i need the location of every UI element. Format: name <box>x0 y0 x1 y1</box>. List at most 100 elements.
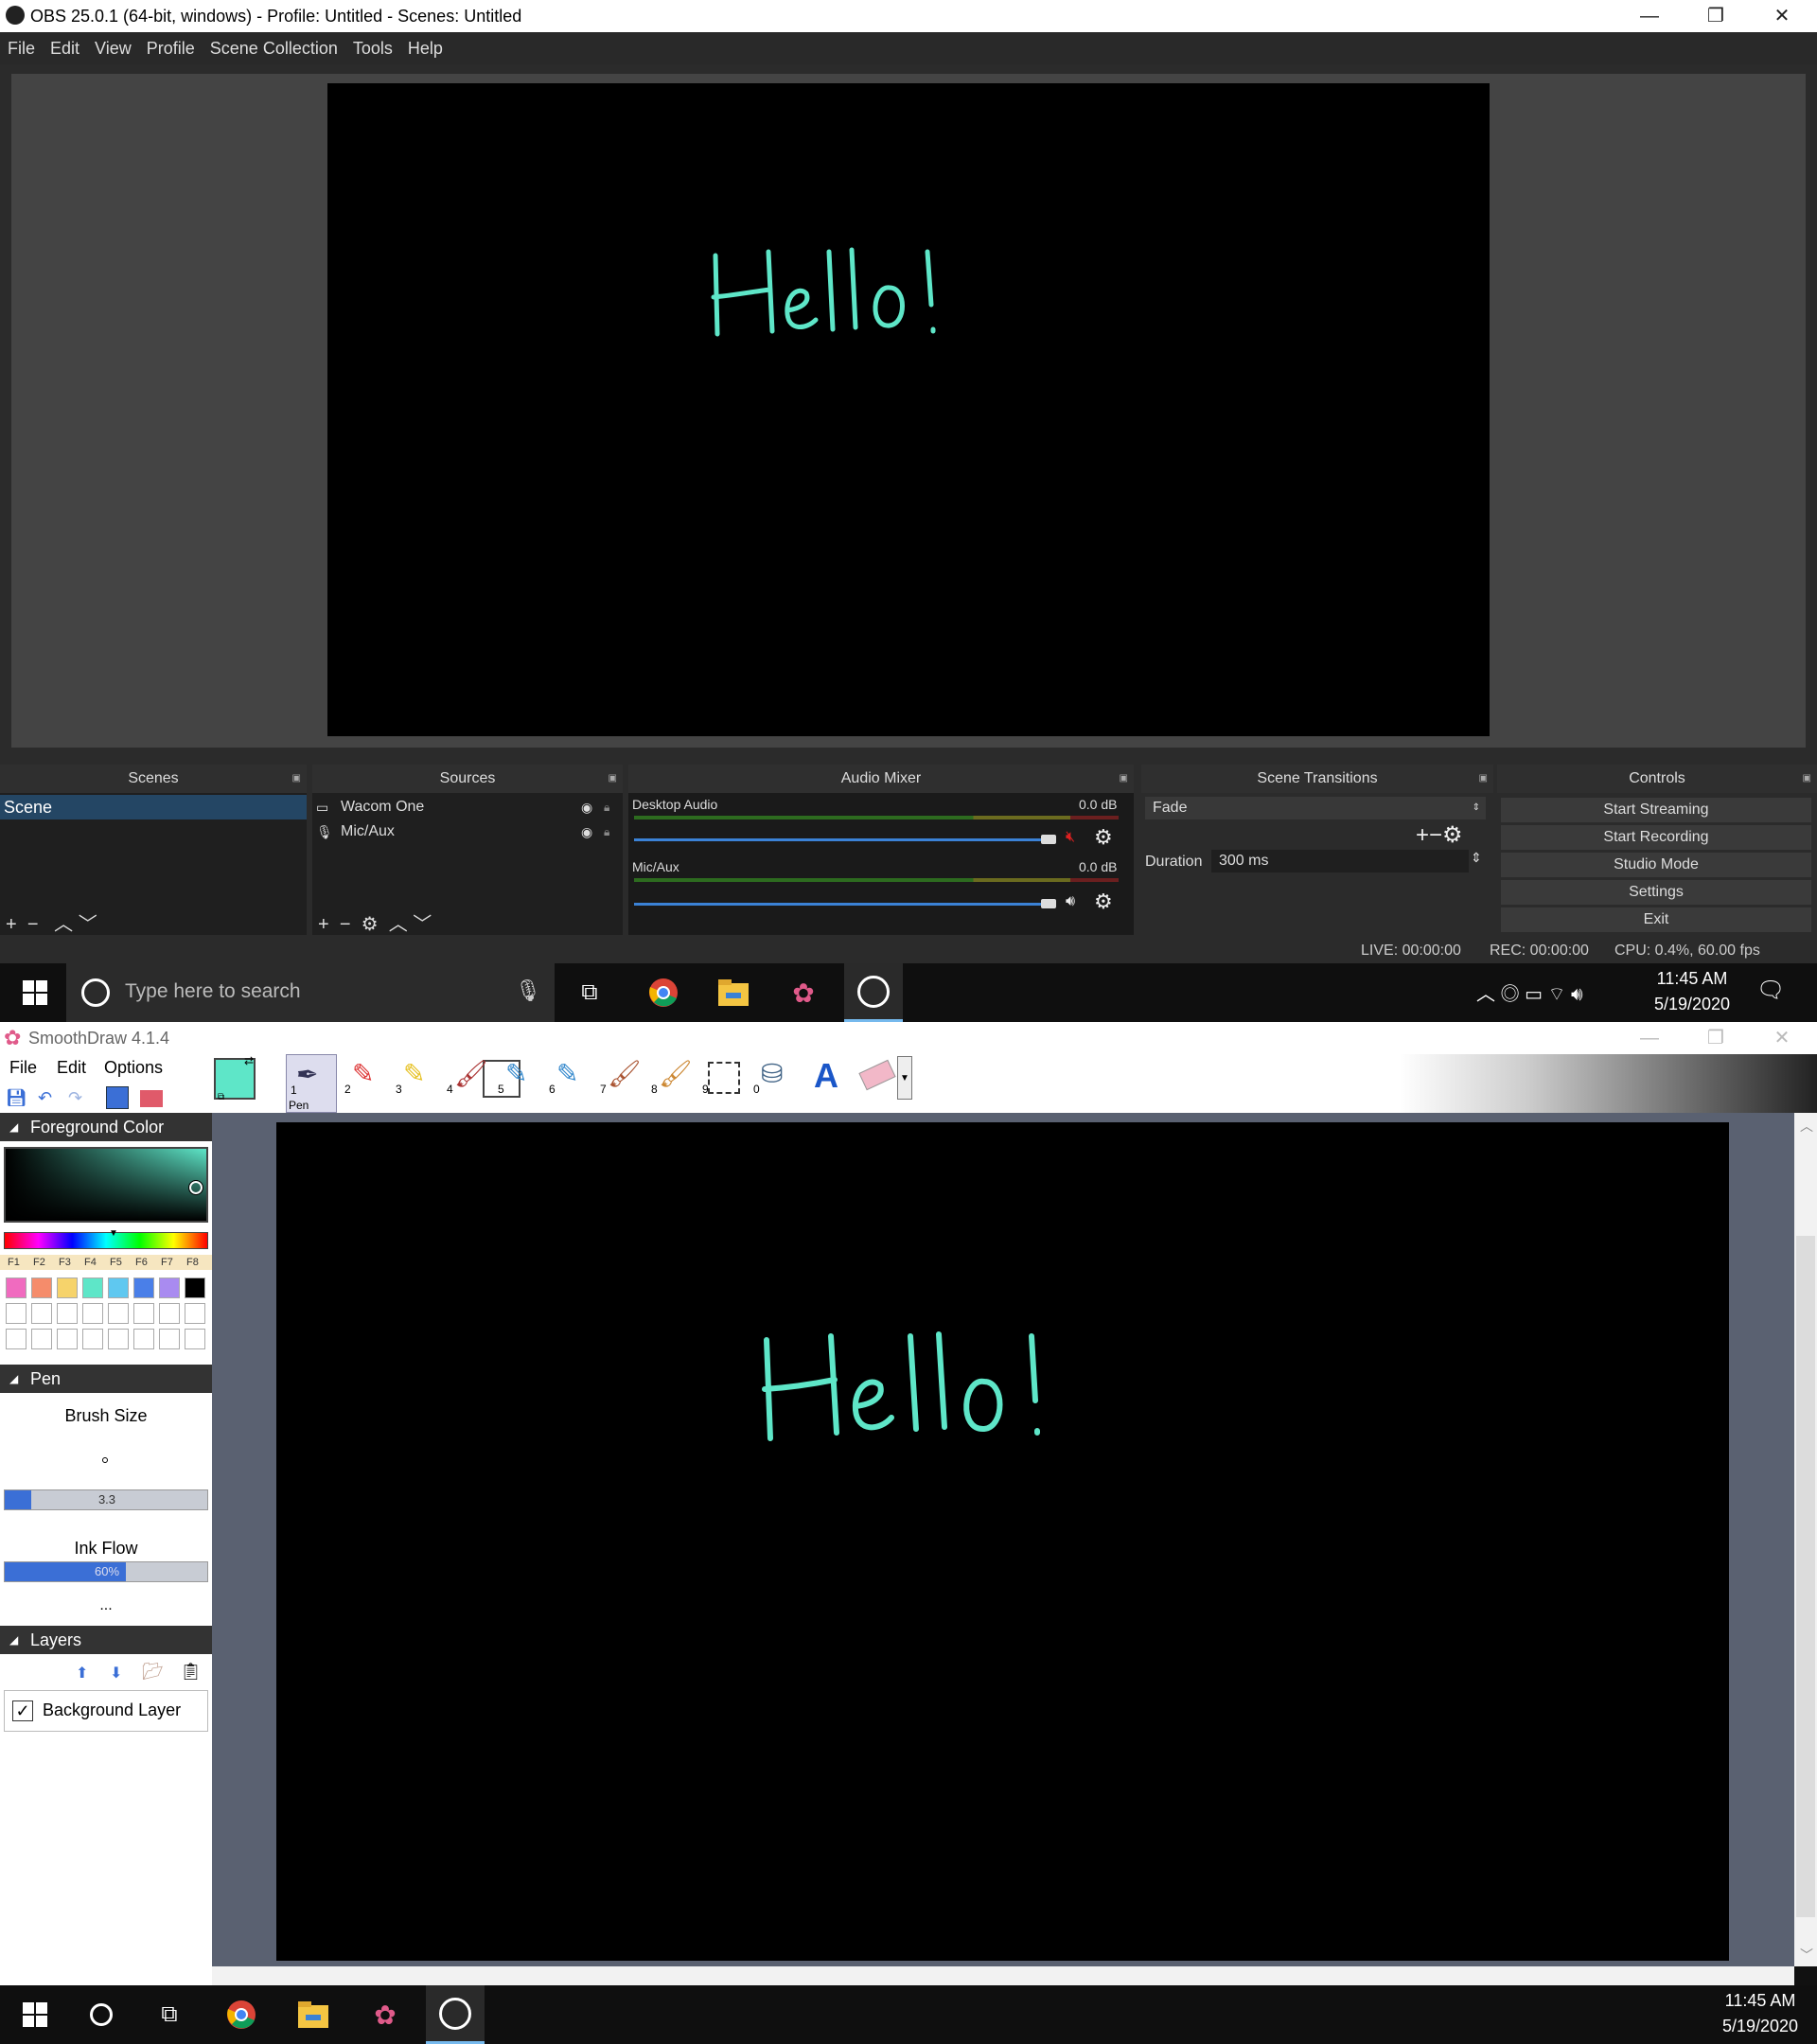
obs-taskbar-icon[interactable] <box>426 1985 485 2044</box>
layer-properties-icon[interactable]: 📋︎ <box>180 1662 202 1682</box>
dock-float-icon[interactable]: ▣ <box>1120 765 1128 793</box>
eye-icon[interactable]: ◉ <box>581 819 592 844</box>
color-swatch[interactable] <box>108 1278 129 1298</box>
tool-pen[interactable]: 1 ✒︎ Pen <box>286 1054 337 1113</box>
empty-swatch[interactable] <box>82 1303 103 1324</box>
dock-float-icon[interactable]: ▣ <box>609 765 617 793</box>
start-recording-button[interactable]: Start Recording <box>1501 825 1811 850</box>
dock-float-icon[interactable]: ▣ <box>1479 765 1488 793</box>
gear-icon[interactable]: ⚙ <box>1094 890 1113 914</box>
tool-eraser[interactable] <box>852 1054 903 1101</box>
menu-file[interactable]: File <box>8 32 35 64</box>
empty-swatch[interactable] <box>108 1329 129 1349</box>
chrome-icon[interactable] <box>212 1985 271 2044</box>
empty-swatch[interactable] <box>6 1329 26 1349</box>
new-layer-icon[interactable]: 📂︎ <box>142 1662 164 1682</box>
lock-icon[interactable]: 🔒︎ <box>604 795 609 819</box>
color-reset-icon[interactable]: ⧉ <box>218 1092 224 1102</box>
save-icon[interactable]: 💾︎ <box>6 1088 27 1108</box>
add-icon[interactable]: + <box>6 914 17 935</box>
menu-tools[interactable]: Tools <box>353 32 393 64</box>
remove-icon[interactable]: − <box>27 914 39 935</box>
smoothdraw-icon[interactable]: ✿ <box>774 963 833 1022</box>
empty-swatch[interactable] <box>57 1329 78 1349</box>
layers-header[interactable]: ◢ Layers <box>0 1626 212 1654</box>
empty-swatch[interactable] <box>108 1303 129 1324</box>
source-item[interactable]: ▭ Wacom One ◉ 🔒︎ <box>312 795 623 819</box>
color-swatch[interactable] <box>31 1278 52 1298</box>
dock-float-icon[interactable]: ▣ <box>292 765 301 793</box>
transition-select[interactable]: Fade ⇕ <box>1145 797 1486 819</box>
volume-slider[interactable] <box>634 838 1050 841</box>
task-view-icon[interactable]: ⧉ <box>140 1985 199 2044</box>
tool-pencil[interactable]: 2 ✎ <box>341 1054 392 1101</box>
gear-icon[interactable]: ⚙ <box>362 914 379 935</box>
color-swatch[interactable] <box>82 1278 103 1298</box>
tool-paintbrush[interactable]: 7 🖌︎ <box>596 1054 647 1101</box>
tool-text[interactable]: A <box>801 1054 852 1101</box>
drawing-canvas[interactable] <box>276 1122 1729 1961</box>
dock-float-icon[interactable]: ▣ <box>1803 765 1811 793</box>
volume-icon[interactable]: 🔊︎ <box>1571 984 1583 1005</box>
smoothdraw-icon[interactable]: ✿ <box>356 1985 415 2044</box>
windows-start-icon[interactable] <box>6 1985 64 2044</box>
source-item[interactable]: 🎙︎ Mic/Aux ◉ 🔒︎ <box>312 819 623 844</box>
empty-swatch[interactable] <box>159 1303 180 1324</box>
color-picker-area[interactable] <box>4 1147 208 1223</box>
remove-icon[interactable]: − <box>340 914 351 935</box>
empty-swatch[interactable] <box>6 1303 26 1324</box>
screenshot-icon[interactable] <box>140 1090 163 1107</box>
empty-swatch[interactable] <box>133 1329 154 1349</box>
empty-swatch[interactable] <box>159 1329 180 1349</box>
scroll-up-icon[interactable]: ︿ <box>1800 1117 1813 1136</box>
eye-icon[interactable]: ◉ <box>581 795 592 819</box>
pen-header[interactable]: ◢ Pen <box>0 1365 212 1393</box>
menu-profile[interactable]: Profile <box>147 32 195 64</box>
foreground-color-header[interactable]: ◢ Foreground Color <box>0 1113 212 1141</box>
hue-slider[interactable] <box>4 1232 208 1249</box>
redo-icon[interactable]: ↷ <box>68 1088 82 1108</box>
muted-speaker-icon[interactable]: 🔇︎ <box>1066 829 1075 846</box>
color-swatch[interactable] <box>159 1278 180 1298</box>
task-view-icon[interactable]: ⧉ <box>560 963 619 1022</box>
obs-taskbar-icon[interactable] <box>844 963 903 1022</box>
start-streaming-button[interactable]: Start Streaming <box>1501 798 1811 822</box>
menu-help[interactable]: Help <box>408 32 443 64</box>
lock-icon[interactable]: 🔒︎ <box>604 819 609 844</box>
layer-down-icon[interactable]: ⬇ <box>110 1664 122 1683</box>
down-icon[interactable]: ﹀ <box>413 914 432 935</box>
tool-airbrush[interactable]: 5 ✎ <box>494 1054 545 1101</box>
cortana-icon[interactable] <box>72 1985 131 2044</box>
speaker-icon[interactable]: 🔊︎ <box>1066 893 1075 910</box>
chrome-icon[interactable] <box>634 963 693 1022</box>
tool-fill[interactable]: 0 ⛁ <box>750 1054 801 1101</box>
color-swatch[interactable] <box>6 1278 26 1298</box>
vertical-scrollbar[interactable]: ︿ ﹀ <box>1794 1113 1817 1966</box>
gear-icon[interactable]: ⚙ <box>1442 822 1463 848</box>
more-tools-dropdown[interactable]: ▼ <box>897 1056 912 1100</box>
hue-marker-icon[interactable]: ▼ <box>109 1228 118 1239</box>
add-icon[interactable]: + <box>1416 822 1429 848</box>
duration-input[interactable]: 300 ms <box>1211 850 1469 872</box>
wifi-icon[interactable]: ⌔ <box>1548 984 1566 1005</box>
clock[interactable]: 11:45 AM 5/19/2020 <box>1647 969 1738 1014</box>
tool-oil-brush[interactable]: 8 🖌︎ <box>647 1054 698 1101</box>
up-icon[interactable]: ︿ <box>54 914 73 935</box>
add-icon[interactable]: + <box>318 914 329 935</box>
menu-view[interactable]: View <box>95 32 132 64</box>
tool-select[interactable]: 9 <box>698 1054 750 1101</box>
windows-start-icon[interactable] <box>6 963 64 1022</box>
spinner-icon[interactable]: ⇕ <box>1471 850 1482 866</box>
empty-swatch[interactable] <box>185 1303 205 1324</box>
ink-flow-slider[interactable]: 60% <box>4 1561 208 1582</box>
chevron-up-icon[interactable]: ︿ <box>1476 984 1495 1005</box>
search-box[interactable]: Type here to search 🎙︎ <box>66 963 555 1022</box>
preview-canvas[interactable] <box>327 83 1490 736</box>
tool-spray[interactable]: 6 ✎ <box>545 1054 596 1101</box>
menu-edit[interactable]: Edit <box>57 1058 86 1078</box>
empty-swatch[interactable] <box>31 1303 52 1324</box>
menu-options[interactable]: Options <box>104 1058 163 1078</box>
minimize-icon[interactable]: — <box>1616 0 1683 32</box>
microphone-icon[interactable]: 🎙︎ <box>515 978 541 1003</box>
restore-icon[interactable]: ❐ <box>1683 0 1749 32</box>
